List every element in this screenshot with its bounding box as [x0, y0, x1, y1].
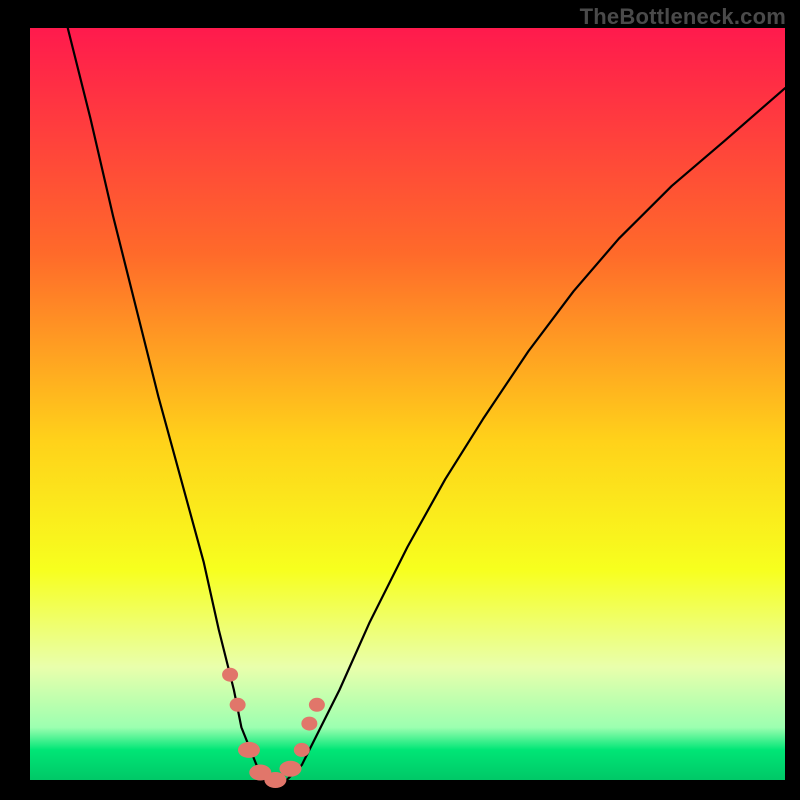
chart-background	[30, 28, 785, 780]
optimum-marker	[222, 668, 238, 682]
chart-frame: TheBottleneck.com	[0, 0, 800, 800]
optimum-marker	[230, 698, 246, 712]
watermark-text: TheBottleneck.com	[580, 4, 786, 30]
optimum-marker	[238, 742, 260, 758]
optimum-marker	[301, 717, 317, 731]
optimum-marker	[309, 698, 325, 712]
bottleneck-chart	[0, 0, 800, 800]
optimum-marker	[279, 761, 301, 777]
optimum-marker	[294, 743, 310, 757]
